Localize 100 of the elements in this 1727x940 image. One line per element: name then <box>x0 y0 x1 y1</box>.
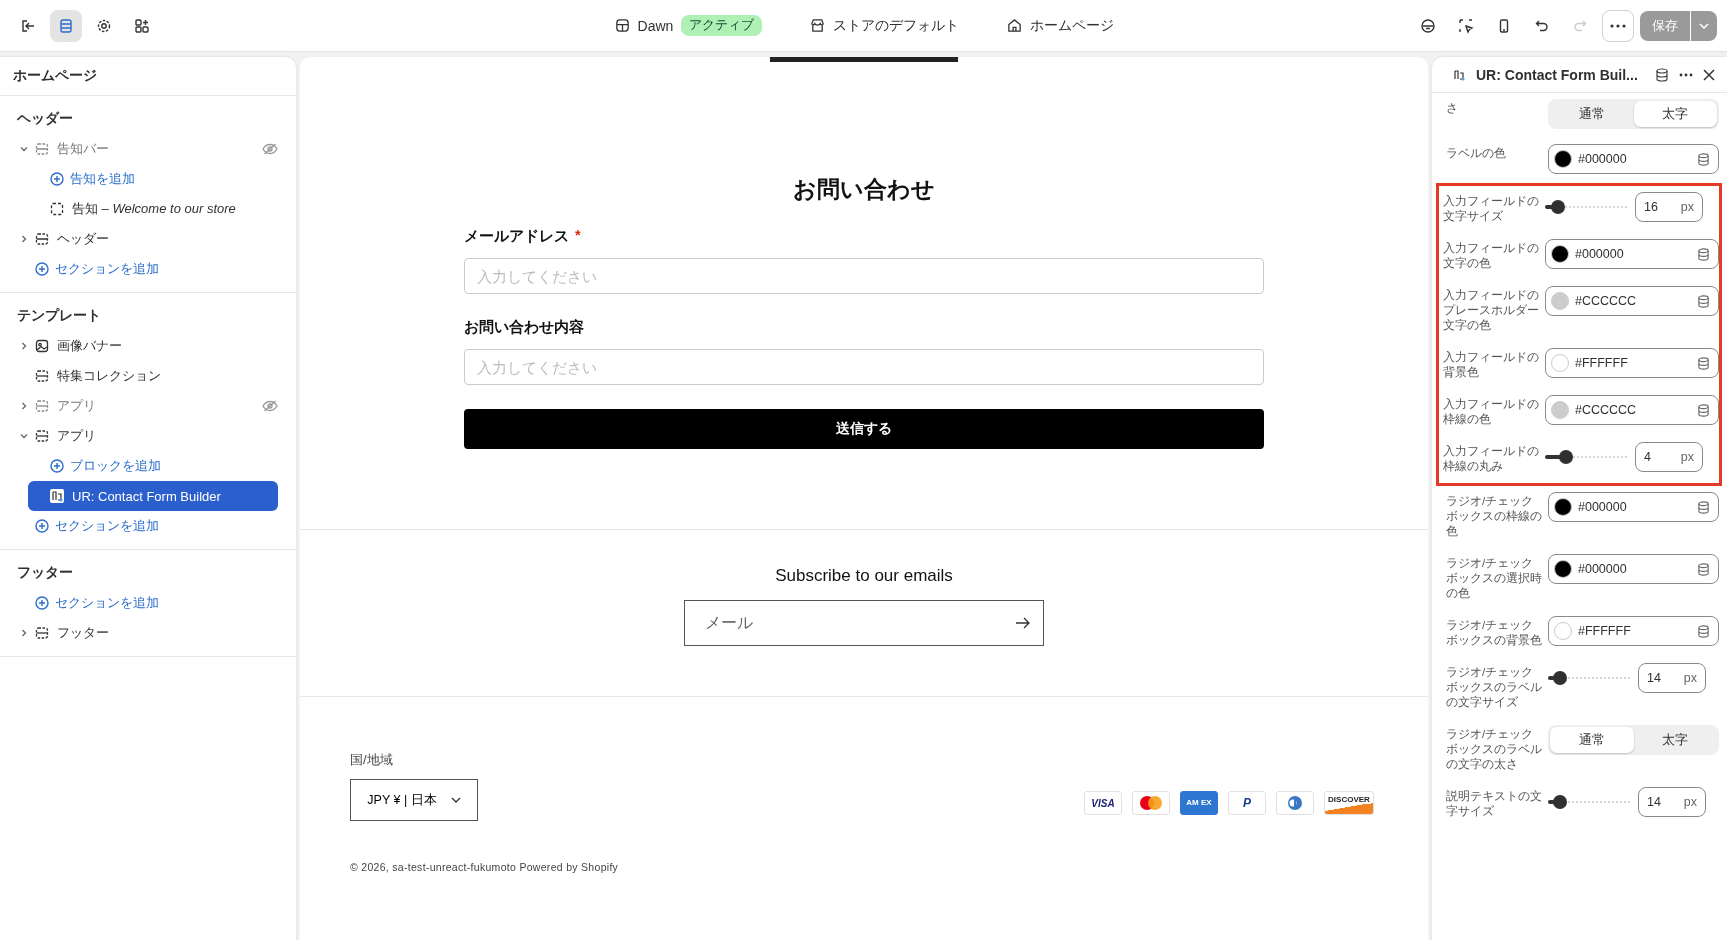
section-item[interactable]: 画像バナー <box>35 332 278 360</box>
block-icon <box>50 202 64 216</box>
database-icon[interactable] <box>1697 500 1710 514</box>
add-link[interactable]: 告知を追加 <box>50 170 135 188</box>
add-link[interactable]: セクションを追加 <box>35 594 159 612</box>
color-field[interactable]: #000000 <box>1548 144 1719 174</box>
slider-thumb[interactable] <box>1551 200 1566 214</box>
email-field[interactable]: メール <box>684 600 1044 646</box>
color-swatch[interactable] <box>1554 622 1572 640</box>
setting-label: 入力フィールドの文字の色 <box>1443 241 1539 271</box>
section-item[interactable]: アプリ <box>35 392 262 420</box>
section-icon <box>35 232 49 246</box>
panel-title: UR: Contact Form Buil... <box>1476 67 1639 83</box>
color-swatch[interactable] <box>1554 150 1572 168</box>
app-icon <box>50 489 64 503</box>
number-field[interactable]: 14 px <box>1638 787 1706 817</box>
setting-label: 入力フィールドの文字サイズ <box>1443 194 1539 224</box>
newsletter-title: Subscribe to our emails <box>775 566 953 586</box>
payment-icon <box>1132 791 1170 815</box>
store-menu[interactable]: ストアのデフォルト <box>806 12 964 39</box>
payment-icon: VISA <box>1084 791 1122 815</box>
slider[interactable] <box>1548 795 1630 809</box>
setting-label: 説明テキストの文字サイズ <box>1446 789 1542 819</box>
section-item[interactable]: フッター <box>35 619 278 647</box>
segment-option[interactable]: 太字 <box>1633 101 1717 127</box>
setting-label: 入力フィールドのプレースホルダー文字の色 <box>1443 288 1539 333</box>
segment-option[interactable]: 太字 <box>1633 727 1717 753</box>
number-field[interactable]: 4 px <box>1635 442 1703 472</box>
country-label: 国/地域 <box>350 751 394 769</box>
database-icon[interactable] <box>1697 562 1710 576</box>
block-item[interactable]: 告知 – Welcome to our store <box>28 195 278 223</box>
field-label: メールアドレス <box>464 227 569 246</box>
segment-option[interactable]: 通常 <box>1550 727 1634 753</box>
group-heading: ヘッダー <box>16 110 74 128</box>
section-icon <box>35 142 49 156</box>
database-icon[interactable] <box>1697 403 1710 417</box>
color-field[interactable]: #FFFFFF <box>1545 348 1719 378</box>
database-icon[interactable] <box>1655 68 1669 82</box>
field-label: お問い合わせ内容 <box>464 318 584 337</box>
section-item[interactable]: 特集コレクション <box>35 362 278 390</box>
input-field[interactable]: 入力してください <box>464 349 1264 385</box>
input-field[interactable]: 入力してください <box>464 258 1264 294</box>
section-item[interactable]: 告知バー <box>35 135 262 163</box>
section-icon <box>35 429 49 443</box>
number-field[interactable]: 16 px <box>1635 192 1703 222</box>
payment-icon: AM EX <box>1180 791 1218 815</box>
segment-option[interactable]: 通常 <box>1550 101 1634 127</box>
layout-icon <box>614 18 630 33</box>
color-swatch[interactable] <box>1551 354 1569 372</box>
payment-icon: P <box>1228 791 1266 815</box>
setting-label: ラジオ/チェックボックスの枠線の色 <box>1446 494 1542 539</box>
page-menu[interactable]: ホームページ <box>1003 12 1119 39</box>
color-field[interactable]: #CCCCCC <box>1545 395 1719 425</box>
section-icon <box>35 399 49 413</box>
plus-icon <box>35 596 49 610</box>
color-swatch[interactable] <box>1554 498 1572 516</box>
slider-thumb[interactable] <box>1559 450 1574 464</box>
color-field[interactable]: #000000 <box>1548 492 1719 522</box>
page-title: ホームページ <box>0 57 296 96</box>
add-link[interactable]: セクションを追加 <box>35 517 159 535</box>
close-icon[interactable] <box>1703 69 1715 81</box>
submit-button[interactable]: 送信する <box>464 409 1264 449</box>
home-icon <box>1007 18 1023 33</box>
database-icon[interactable] <box>1697 152 1710 166</box>
arrow-icon[interactable] <box>1016 617 1030 629</box>
more-icon[interactable] <box>1679 73 1693 77</box>
color-field[interactable]: #CCCCCC <box>1545 286 1719 316</box>
database-icon[interactable] <box>1697 624 1710 638</box>
section-item[interactable]: ヘッダー <box>35 225 278 253</box>
sections-icon[interactable] <box>50 9 82 42</box>
setting-label: ラジオ/チェックボックスの背景色 <box>1446 618 1542 648</box>
form-title: お問い合わせ <box>792 175 936 204</box>
color-swatch[interactable] <box>1551 401 1569 419</box>
number-field[interactable]: 14 px <box>1638 663 1706 693</box>
database-icon[interactable] <box>1697 247 1710 261</box>
color-swatch[interactable] <box>1551 292 1569 310</box>
plus-icon <box>50 459 64 473</box>
color-swatch[interactable] <box>1551 245 1569 263</box>
country-select[interactable]: JPY ¥ | 日本 <box>350 779 478 821</box>
setting-label: さ <box>1446 101 1459 116</box>
color-field[interactable]: #FFFFFF <box>1548 616 1719 646</box>
slider-thumb[interactable] <box>1552 795 1567 809</box>
section-item[interactable]: アプリ <box>35 422 278 450</box>
section-icon <box>35 369 49 383</box>
slider-thumb[interactable] <box>1552 671 1567 685</box>
add-link[interactable]: セクションを追加 <box>35 260 159 278</box>
color-field[interactable]: #000000 <box>1545 239 1719 269</box>
add-link[interactable]: ブロックを追加 <box>50 457 161 475</box>
theme-menu[interactable]: Dawn アクティブ <box>610 11 767 40</box>
save-menu-icon[interactable] <box>1691 10 1717 41</box>
slider[interactable] <box>1545 200 1627 214</box>
plus-icon <box>35 519 49 533</box>
slider[interactable] <box>1548 671 1630 685</box>
color-field[interactable]: #000000 <box>1548 554 1719 584</box>
database-icon[interactable] <box>1697 294 1710 308</box>
database-icon[interactable] <box>1697 356 1710 370</box>
plus-icon <box>50 172 64 186</box>
color-swatch[interactable] <box>1554 560 1572 578</box>
slider[interactable] <box>1545 450 1627 464</box>
block-item[interactable]: UR: Contact Form Builder <box>28 481 278 511</box>
